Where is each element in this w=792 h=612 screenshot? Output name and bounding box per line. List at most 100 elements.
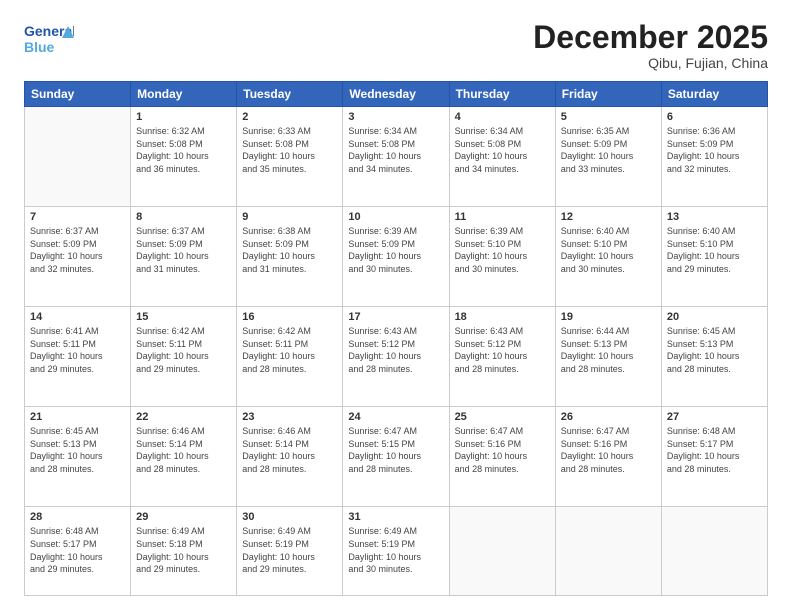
cell-info: Sunrise: 6:37 AM Sunset: 5:09 PM Dayligh…	[136, 225, 231, 275]
day-number: 11	[455, 211, 550, 223]
cell-info: Sunrise: 6:34 AM Sunset: 5:08 PM Dayligh…	[455, 125, 550, 175]
day-number: 2	[242, 111, 337, 123]
day-number: 23	[242, 411, 337, 423]
title-block: December 2025 Qibu, Fujian, China	[533, 20, 768, 71]
calendar-cell: 24 Sunrise: 6:47 AM Sunset: 5:15 PM Dayli…	[343, 407, 449, 507]
day-number: 12	[561, 211, 656, 223]
logo-svg: General Blue	[24, 20, 74, 60]
day-number: 4	[455, 111, 550, 123]
day-number: 3	[348, 111, 443, 123]
cell-info: Sunrise: 6:34 AM Sunset: 5:08 PM Dayligh…	[348, 125, 443, 175]
calendar-cell: 4 Sunrise: 6:34 AM Sunset: 5:08 PM Daylig…	[449, 107, 555, 207]
week-row-1: 1 Sunrise: 6:32 AM Sunset: 5:08 PM Daylig…	[25, 107, 768, 207]
weekday-monday: Monday	[131, 82, 237, 107]
weekday-saturday: Saturday	[661, 82, 767, 107]
calendar-cell	[555, 507, 661, 596]
day-number: 10	[348, 211, 443, 223]
day-number: 16	[242, 311, 337, 323]
calendar-cell	[449, 507, 555, 596]
day-number: 20	[667, 311, 762, 323]
day-number: 13	[667, 211, 762, 223]
calendar-cell: 7Sunrise: 6:37 AM Sunset: 5:09 PM Daylig…	[25, 207, 131, 307]
calendar-cell: 1 Sunrise: 6:32 AM Sunset: 5:08 PM Daylig…	[131, 107, 237, 207]
week-row-5: 28Sunrise: 6:48 AM Sunset: 5:17 PM Dayli…	[25, 507, 768, 596]
calendar-cell: 29Sunrise: 6:49 AM Sunset: 5:18 PM Dayli…	[131, 507, 237, 596]
day-number: 1	[136, 111, 231, 123]
calendar-cell: 30 Sunrise: 6:49 AM Sunset: 5:19 PM Dayli…	[237, 507, 343, 596]
week-row-3: 14 Sunrise: 6:41 AM Sunset: 5:11 PM Dayli…	[25, 307, 768, 407]
calendar-cell: 11 Sunrise: 6:39 AM Sunset: 5:10 PM Dayli…	[449, 207, 555, 307]
calendar-cell: 10 Sunrise: 6:39 AM Sunset: 5:09 PM Dayli…	[343, 207, 449, 307]
day-number: 25	[455, 411, 550, 423]
cell-info: Sunrise: 6:32 AM Sunset: 5:08 PM Dayligh…	[136, 125, 231, 175]
logo: General Blue	[24, 20, 74, 60]
cell-info: Sunrise: 6:43 AM Sunset: 5:12 PM Dayligh…	[455, 325, 550, 375]
weekday-friday: Friday	[555, 82, 661, 107]
calendar-table: SundayMondayTuesdayWednesdayThursdayFrid…	[24, 81, 768, 596]
cell-info: Sunrise: 6:40 AM Sunset: 5:10 PM Dayligh…	[561, 225, 656, 275]
calendar-cell: 6Sunrise: 6:36 AM Sunset: 5:09 PM Daylig…	[661, 107, 767, 207]
cell-info: Sunrise: 6:49 AM Sunset: 5:19 PM Dayligh…	[242, 525, 337, 575]
cell-info: Sunrise: 6:42 AM Sunset: 5:11 PM Dayligh…	[242, 325, 337, 375]
calendar-cell: 5 Sunrise: 6:35 AM Sunset: 5:09 PM Daylig…	[555, 107, 661, 207]
calendar-body: 1 Sunrise: 6:32 AM Sunset: 5:08 PM Daylig…	[25, 107, 768, 596]
calendar-cell: 26 Sunrise: 6:47 AM Sunset: 5:16 PM Dayli…	[555, 407, 661, 507]
day-number: 5	[561, 111, 656, 123]
calendar-cell: 9Sunrise: 6:38 AM Sunset: 5:09 PM Daylig…	[237, 207, 343, 307]
location-subtitle: Qibu, Fujian, China	[533, 55, 768, 71]
calendar-cell: 28Sunrise: 6:48 AM Sunset: 5:17 PM Dayli…	[25, 507, 131, 596]
day-number: 14	[30, 311, 125, 323]
day-number: 15	[136, 311, 231, 323]
cell-info: Sunrise: 6:42 AM Sunset: 5:11 PM Dayligh…	[136, 325, 231, 375]
cell-info: Sunrise: 6:39 AM Sunset: 5:10 PM Dayligh…	[455, 225, 550, 275]
cell-info: Sunrise: 6:47 AM Sunset: 5:16 PM Dayligh…	[455, 425, 550, 475]
day-number: 30	[242, 511, 337, 523]
calendar-cell: 16 Sunrise: 6:42 AM Sunset: 5:11 PM Dayli…	[237, 307, 343, 407]
cell-info: Sunrise: 6:47 AM Sunset: 5:15 PM Dayligh…	[348, 425, 443, 475]
cell-info: Sunrise: 6:43 AM Sunset: 5:12 PM Dayligh…	[348, 325, 443, 375]
day-number: 21	[30, 411, 125, 423]
cell-info: Sunrise: 6:39 AM Sunset: 5:09 PM Dayligh…	[348, 225, 443, 275]
calendar-cell: 27Sunrise: 6:48 AM Sunset: 5:17 PM Dayli…	[661, 407, 767, 507]
cell-info: Sunrise: 6:35 AM Sunset: 5:09 PM Dayligh…	[561, 125, 656, 175]
cell-info: Sunrise: 6:47 AM Sunset: 5:16 PM Dayligh…	[561, 425, 656, 475]
calendar-cell	[25, 107, 131, 207]
weekday-thursday: Thursday	[449, 82, 555, 107]
calendar-cell: 3 Sunrise: 6:34 AM Sunset: 5:08 PM Daylig…	[343, 107, 449, 207]
cell-info: Sunrise: 6:46 AM Sunset: 5:14 PM Dayligh…	[136, 425, 231, 475]
calendar-cell: 2 Sunrise: 6:33 AM Sunset: 5:08 PM Daylig…	[237, 107, 343, 207]
svg-text:Blue: Blue	[24, 39, 55, 55]
calendar-cell: 17 Sunrise: 6:43 AM Sunset: 5:12 PM Dayli…	[343, 307, 449, 407]
calendar-cell: 13 Sunrise: 6:40 AM Sunset: 5:10 PM Dayli…	[661, 207, 767, 307]
cell-info: Sunrise: 6:33 AM Sunset: 5:08 PM Dayligh…	[242, 125, 337, 175]
calendar-cell: 21 Sunrise: 6:45 AM Sunset: 5:13 PM Dayli…	[25, 407, 131, 507]
calendar-cell: 25 Sunrise: 6:47 AM Sunset: 5:16 PM Dayli…	[449, 407, 555, 507]
calendar-cell: 20Sunrise: 6:45 AM Sunset: 5:13 PM Dayli…	[661, 307, 767, 407]
cell-info: Sunrise: 6:49 AM Sunset: 5:19 PM Dayligh…	[348, 525, 443, 575]
calendar-cell: 18 Sunrise: 6:43 AM Sunset: 5:12 PM Dayli…	[449, 307, 555, 407]
cell-info: Sunrise: 6:45 AM Sunset: 5:13 PM Dayligh…	[30, 425, 125, 475]
day-number: 8	[136, 211, 231, 223]
calendar-cell: 12 Sunrise: 6:40 AM Sunset: 5:10 PM Dayli…	[555, 207, 661, 307]
cell-info: Sunrise: 6:46 AM Sunset: 5:14 PM Dayligh…	[242, 425, 337, 475]
day-number: 22	[136, 411, 231, 423]
cell-info: Sunrise: 6:36 AM Sunset: 5:09 PM Dayligh…	[667, 125, 762, 175]
week-row-4: 21 Sunrise: 6:45 AM Sunset: 5:13 PM Dayli…	[25, 407, 768, 507]
cell-info: Sunrise: 6:41 AM Sunset: 5:11 PM Dayligh…	[30, 325, 125, 375]
day-number: 28	[30, 511, 125, 523]
day-number: 17	[348, 311, 443, 323]
month-title: December 2025	[533, 20, 768, 55]
cell-info: Sunrise: 6:37 AM Sunset: 5:09 PM Dayligh…	[30, 225, 125, 275]
day-number: 19	[561, 311, 656, 323]
cell-info: Sunrise: 6:40 AM Sunset: 5:10 PM Dayligh…	[667, 225, 762, 275]
calendar-cell: 19Sunrise: 6:44 AM Sunset: 5:13 PM Dayli…	[555, 307, 661, 407]
calendar-cell: 31Sunrise: 6:49 AM Sunset: 5:19 PM Dayli…	[343, 507, 449, 596]
calendar-cell: 22 Sunrise: 6:46 AM Sunset: 5:14 PM Dayli…	[131, 407, 237, 507]
day-number: 29	[136, 511, 231, 523]
day-number: 26	[561, 411, 656, 423]
day-number: 24	[348, 411, 443, 423]
day-number: 18	[455, 311, 550, 323]
weekday-header-row: SundayMondayTuesdayWednesdayThursdayFrid…	[25, 82, 768, 107]
day-number: 27	[667, 411, 762, 423]
day-number: 9	[242, 211, 337, 223]
